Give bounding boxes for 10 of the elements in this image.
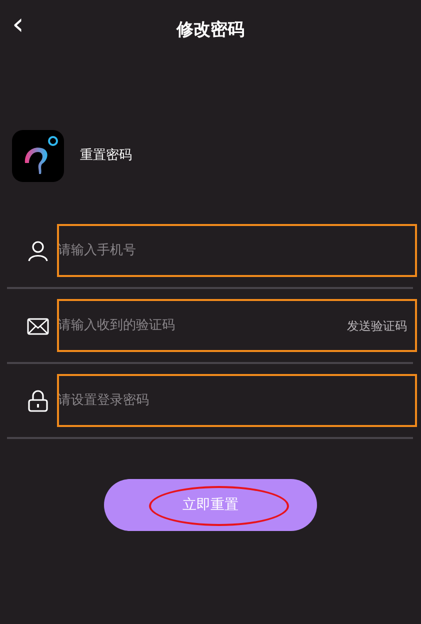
app-logo-icon xyxy=(12,130,64,182)
app-label: 重置密码 xyxy=(80,147,132,166)
user-icon xyxy=(26,238,50,262)
back-button[interactable]: ‹ xyxy=(8,10,28,40)
password-field[interactable]: 请设置登录密码 xyxy=(58,390,413,410)
code-field[interactable]: 请输入收到的验证码 xyxy=(58,316,347,336)
page-title: 修改密码 xyxy=(176,20,244,40)
lock-icon xyxy=(26,388,50,412)
send-code-button[interactable]: 发送验证码 xyxy=(347,316,407,334)
phone-field[interactable]: 请输入手机号 xyxy=(58,240,413,260)
